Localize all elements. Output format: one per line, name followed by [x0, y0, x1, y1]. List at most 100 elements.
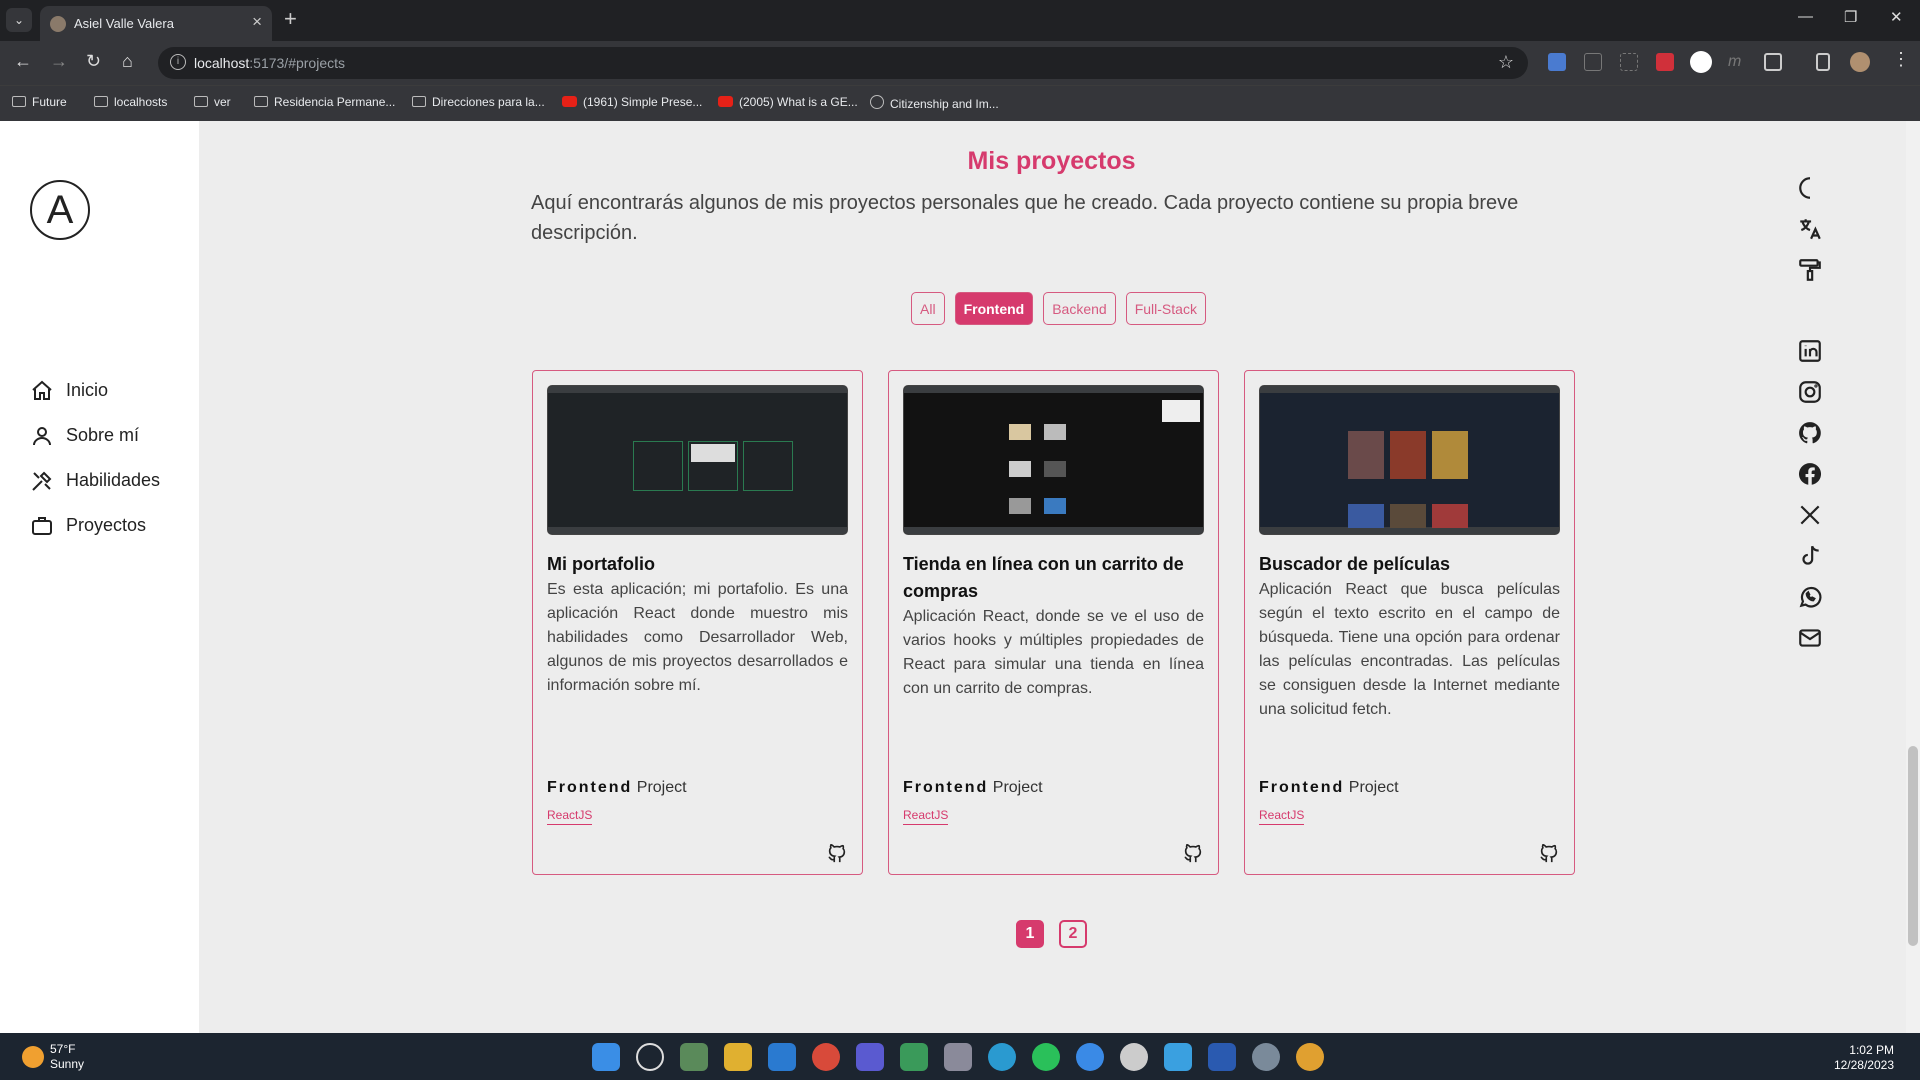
side-panel-icon[interactable]	[1816, 53, 1830, 71]
github-icon[interactable]	[1182, 842, 1204, 864]
home-button-icon[interactable]: ⌂	[122, 51, 133, 72]
linkedin-icon[interactable]	[1797, 338, 1823, 364]
page-2-button[interactable]: 2	[1059, 920, 1087, 948]
extension-icon[interactable]	[1690, 51, 1712, 73]
facebook-icon[interactable]	[1797, 461, 1823, 487]
close-window-icon[interactable]: ✕	[1890, 8, 1903, 26]
folder-icon	[12, 96, 26, 107]
teams-icon[interactable]	[856, 1043, 884, 1071]
whatsapp-icon[interactable]	[1797, 584, 1823, 610]
notepad-icon[interactable]	[1164, 1043, 1192, 1071]
bookmark-link[interactable]: (2005) What is a GE...	[718, 95, 858, 109]
extension-icon[interactable]	[1656, 53, 1674, 71]
reload-icon[interactable]: ↻	[86, 51, 101, 72]
site-info-icon[interactable]: i	[170, 54, 186, 70]
github-icon[interactable]	[826, 842, 848, 864]
filter-frontend-button[interactable]: Frontend	[954, 292, 1034, 325]
address-bar[interactable]: i localhost:5173/#projects ☆	[158, 47, 1528, 79]
folder-icon	[194, 96, 208, 107]
sidebar-item-habilidades[interactable]: Habilidades	[30, 458, 160, 503]
page-1-button[interactable]: 1	[1016, 920, 1044, 948]
git-icon[interactable]	[900, 1043, 928, 1071]
bookmark-folder[interactable]: ver	[194, 95, 231, 109]
moon-icon[interactable]	[1797, 175, 1823, 201]
sidebar-item-sobre-mi[interactable]: Sobre mí	[30, 413, 160, 458]
widgets-icon[interactable]	[680, 1043, 708, 1071]
bookmark-folder[interactable]: Future	[12, 95, 67, 109]
sidebar-item-inicio[interactable]: Inicio	[30, 368, 160, 413]
chrome-icon[interactable]	[1296, 1043, 1324, 1071]
extensions-puzzle-icon[interactable]	[1764, 53, 1782, 71]
filter-backend-button[interactable]: Backend	[1043, 292, 1116, 325]
project-screenshot[interactable]	[547, 385, 848, 535]
bookmark-link[interactable]: (1961) Simple Prese...	[562, 95, 702, 109]
project-screenshot[interactable]	[1259, 385, 1560, 535]
translate-icon[interactable]	[1797, 216, 1823, 242]
start-icon[interactable]	[592, 1043, 620, 1071]
active-tab[interactable]: Asiel Valle Valera ×	[40, 6, 272, 41]
vscode-icon[interactable]	[768, 1043, 796, 1071]
project-type: Frontend Project	[903, 779, 1043, 797]
restore-icon[interactable]: ❐	[1844, 8, 1857, 26]
tab-bar: ⌄ Asiel Valle Valera × + — ❐ ✕	[0, 0, 1920, 41]
page-scrollbar[interactable]	[1906, 121, 1920, 1033]
bookmark-label: (2005) What is a GE...	[739, 95, 858, 109]
bookmark-label: Citizenship and Im...	[890, 97, 999, 111]
back-icon[interactable]: ←	[14, 51, 32, 72]
sidebar-nav: Inicio Sobre mí Habilidades Proyectos	[30, 368, 160, 548]
system-clock[interactable]: 1:02 PM 12/28/2023	[1834, 1043, 1894, 1073]
chrome-icon[interactable]	[812, 1043, 840, 1071]
docker-icon[interactable]	[1076, 1043, 1104, 1071]
scrollbar-thumb[interactable]	[1908, 746, 1918, 946]
file-explorer-icon[interactable]	[724, 1043, 752, 1071]
project-description: Aplicación React que busca películas seg…	[1259, 581, 1560, 718]
page-viewport: A Inicio Sobre mí Habilidades Proyectos …	[0, 121, 1920, 1033]
close-tab-icon[interactable]: ×	[252, 12, 262, 32]
whatsapp-app-icon[interactable]	[1032, 1043, 1060, 1071]
sidebar-item-label: Habilidades	[66, 470, 161, 490]
page-icon	[412, 96, 426, 107]
bookmark-folder[interactable]: localhosts	[94, 95, 167, 109]
extension-icon[interactable]	[1620, 53, 1638, 71]
forward-icon[interactable]: →	[50, 51, 68, 72]
instagram-icon[interactable]	[1797, 379, 1823, 405]
globe-icon	[870, 95, 884, 109]
bookmark-link[interactable]: Residencia Permane...	[254, 95, 395, 109]
minimize-icon[interactable]: —	[1798, 8, 1813, 25]
bookmark-label: Direcciones para la...	[432, 95, 545, 109]
telegram-icon[interactable]	[988, 1043, 1016, 1071]
bookmark-link[interactable]: Citizenship and Im...	[870, 95, 999, 111]
url-host: localhost	[194, 55, 250, 71]
new-tab-button[interactable]: +	[284, 6, 297, 32]
menu-kebab-icon[interactable]: ⋮	[1892, 49, 1910, 69]
filter-fullstack-button[interactable]: Full-Stack	[1125, 292, 1206, 325]
tab-title: Asiel Valle Valera	[74, 16, 174, 31]
tech-tag: ReactJS	[547, 808, 593, 825]
calculator-icon[interactable]	[944, 1043, 972, 1071]
extension-icon[interactable]: m	[1728, 53, 1746, 71]
project-screenshot[interactable]	[903, 385, 1204, 535]
github-icon[interactable]	[1538, 842, 1560, 864]
logo[interactable]: A	[30, 180, 90, 240]
search-icon[interactable]	[636, 1043, 664, 1071]
project-description: Aplicación React, donde se ve el uso de …	[903, 608, 1204, 697]
settings-icon[interactable]	[1252, 1043, 1280, 1071]
github-icon[interactable]	[1797, 420, 1823, 446]
clock-app-icon[interactable]	[1120, 1043, 1148, 1071]
x-icon[interactable]	[1797, 502, 1823, 528]
bookmark-star-icon[interactable]: ☆	[1498, 52, 1514, 73]
sidebar-item-proyectos[interactable]: Proyectos	[30, 503, 160, 548]
tab-favicon-icon	[50, 16, 66, 32]
word-icon[interactable]	[1208, 1043, 1236, 1071]
paint-roller-icon[interactable]	[1797, 257, 1823, 283]
filter-all-button[interactable]: All	[911, 292, 945, 325]
translate-extension-icon[interactable]	[1548, 53, 1566, 71]
bookmark-link[interactable]: Direcciones para la...	[412, 95, 545, 109]
user-icon	[33, 426, 51, 445]
mail-icon[interactable]	[1797, 625, 1823, 651]
profile-avatar[interactable]	[1850, 52, 1870, 72]
project-type-suffix: Project	[636, 779, 687, 796]
extension-icon[interactable]	[1584, 53, 1602, 71]
tiktok-icon[interactable]	[1797, 543, 1823, 569]
tab-search-button[interactable]: ⌄	[6, 8, 32, 32]
